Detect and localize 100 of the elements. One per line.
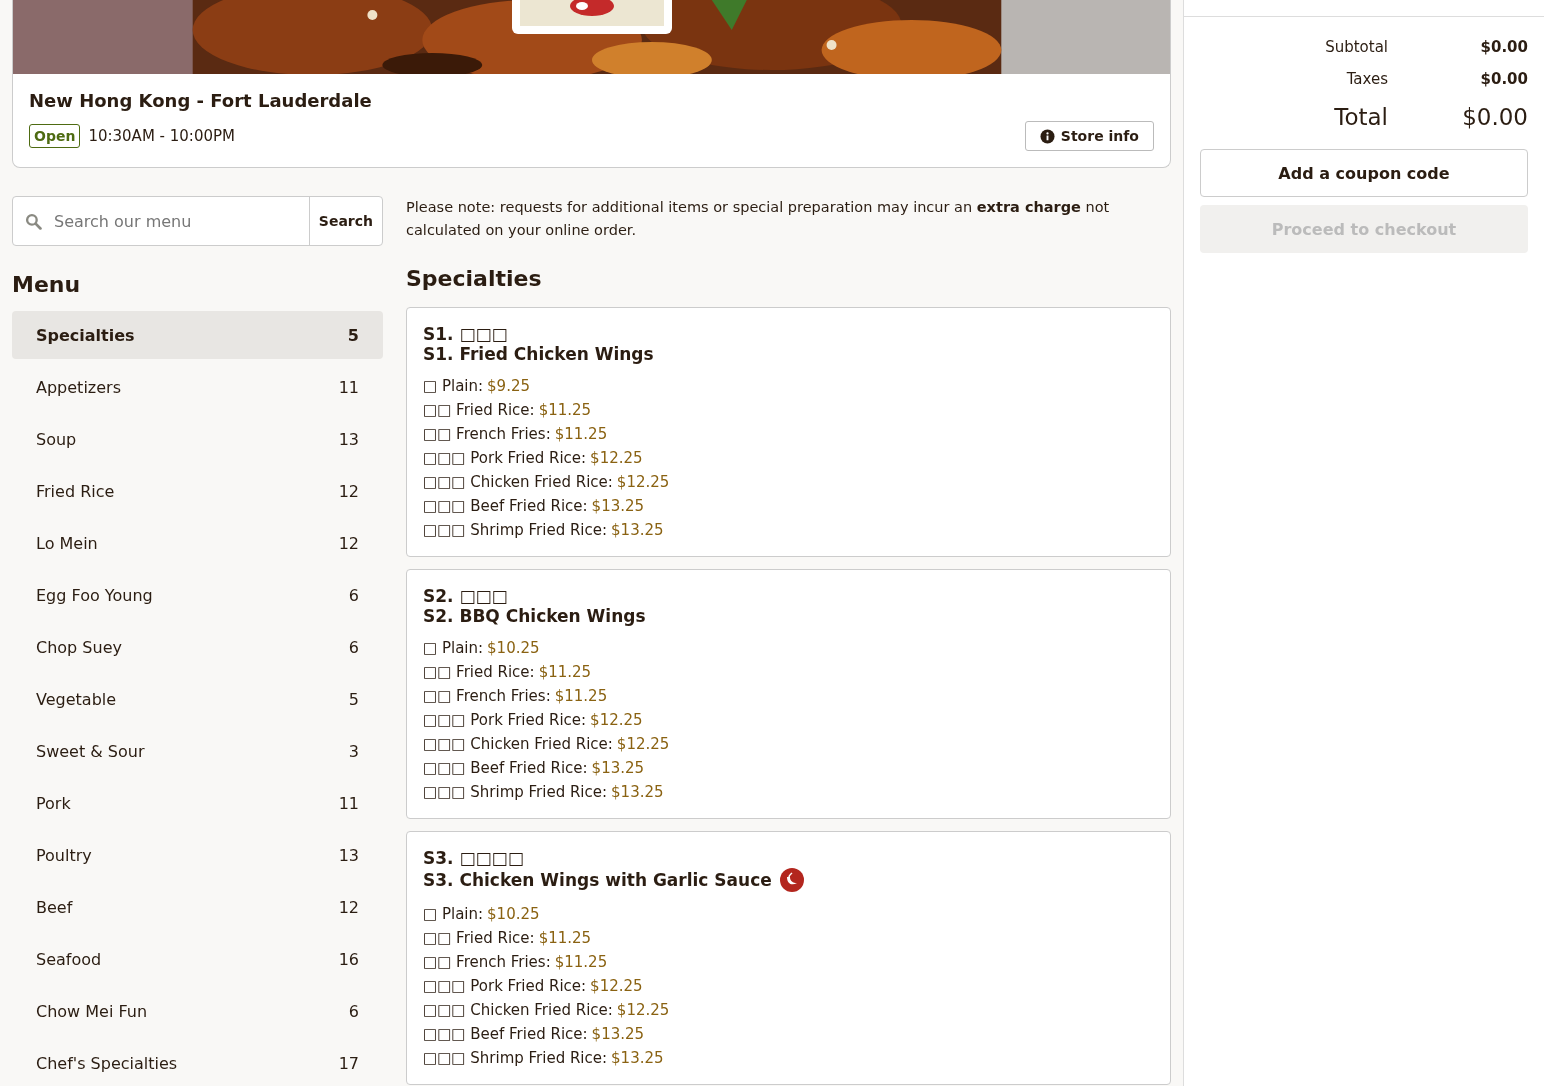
menu-category[interactable]: Sweet & Sour 3 [12,727,383,775]
option-label: □ Plain: [423,638,484,659]
menu-category[interactable]: Chef's Specialties 17 [12,1039,383,1086]
summary-value: $0.00 [1479,70,1528,88]
option-price: $10.25 [487,904,540,925]
search-icon [25,212,42,230]
status-badge: Open [29,124,81,148]
summary-value: $0.00 [1479,38,1528,56]
category-count: 11 [338,793,359,813]
option-price: $13.25 [611,782,664,803]
category-count: 11 [338,377,359,397]
option-price: $9.25 [487,376,531,397]
coupon-button[interactable]: Add a coupon code [1200,149,1528,197]
option-label: □□ Fried Rice: [423,928,535,949]
option-label: □□□ Pork Fried Rice: [423,448,587,469]
option-price: $13.25 [611,1048,664,1069]
item-name: S2. BBQ Chicken Wings [423,606,646,626]
option-price: $13.25 [591,1024,645,1045]
option-price: $12.25 [616,1000,670,1021]
option-price: $12.25 [616,734,670,755]
search-field[interactable]: Search our menu Search [12,196,383,246]
option-label: □□□ Chicken Fried Rice: [423,472,613,493]
menu-category[interactable]: Fried Rice 12 [12,467,383,515]
menu-category[interactable]: Pork 11 [12,779,383,827]
menu-category[interactable]: Beef 12 [12,883,383,931]
category-count: 6 [348,585,359,605]
menu-category[interactable]: Poultry 13 [12,831,383,879]
category-count: 17 [338,1053,359,1073]
option-label: □ Plain: [423,904,484,925]
option-price: $11.25 [538,400,592,421]
option-label: □□ French Fries: [423,952,551,973]
menu-category[interactable]: Chow Mei Fun 6 [12,987,383,1035]
summary-label: Total [1333,104,1388,130]
item-native-name: S2. □□□ [423,586,509,606]
menu-heading: Menu [12,272,82,297]
option-price: $13.25 [611,520,664,541]
option-price: $12.25 [590,976,643,997]
category-label: Fried Rice [36,481,115,501]
category-label: Seafood [36,949,102,969]
category-count: 16 [338,949,359,969]
store-info-button[interactable]: Store info [1024,121,1154,151]
search-button[interactable]: Search [308,197,382,245]
option-label: □□ Fried Rice: [423,400,535,421]
option-price: $10.25 [487,638,540,659]
category-count: 5 [347,325,359,345]
option-label: □□□ Pork Fried Rice: [423,976,587,997]
item-name: S3. Chicken Wings with Garlic Sauce [423,870,772,890]
category-label: Appetizers [36,377,121,397]
info-icon [1039,128,1055,144]
menu-item-card[interactable] [406,307,1171,557]
option-label: □□□ Beef Fried Rice: [423,758,588,779]
category-count: 6 [348,637,359,657]
category-count: 3 [348,741,359,761]
item-native-name: S1. □□□ [423,324,509,344]
option-price: $11.25 [554,952,608,973]
menu-item-card[interactable] [406,569,1171,819]
menu-category[interactable]: Chop Suey 6 [12,623,383,671]
category-count: 6 [348,1001,359,1021]
option-price: $11.25 [538,928,592,949]
option-price: $12.25 [590,448,643,469]
category-label: Soup [36,429,77,449]
category-label: Lo Mein [36,533,98,553]
menu-category[interactable]: Seafood 16 [12,935,383,983]
option-price: $12.25 [590,710,643,731]
summary-label: Taxes [1345,70,1388,88]
option-label: □□□ Chicken Fried Rice: [423,1000,613,1021]
category-count: 13 [338,429,359,449]
category-count: 12 [338,897,359,917]
category-label: Sweet & Sour [36,741,145,761]
category-label: Egg Foo Young [36,585,153,605]
option-label: □□□ Shrimp Fried Rice: [423,520,608,541]
option-label: □ Plain: [423,376,484,397]
menu-category[interactable]: Vegetable 5 [12,675,383,723]
menu-item-card[interactable] [406,831,1171,1085]
menu-category[interactable]: Appetizers 11 [12,363,383,411]
category-count: 13 [338,845,359,865]
category-count: 12 [338,533,359,553]
summary-value: $0.00 [1461,104,1528,130]
category-count: 5 [348,689,359,709]
option-price: $11.25 [538,662,592,683]
category-label: Chef's Specialties [36,1053,178,1073]
menu-category[interactable]: Lo Mein 12 [12,519,383,567]
category-label: Chow Mei Fun [36,1001,148,1021]
option-price: $13.25 [591,758,645,779]
option-label: □□□ Shrimp Fried Rice: [423,782,608,803]
option-price: $13.25 [591,496,645,517]
option-label: □□ Fried Rice: [423,662,535,683]
store-hours: 10:30AM - 10:00PM [88,127,235,145]
category-label: Chop Suey [36,637,122,657]
category-label: Poultry [36,845,92,865]
category-count: 12 [338,481,359,501]
menu-category[interactable]: Specialties 5 [12,311,383,359]
menu-category[interactable]: Soup 13 [12,415,383,463]
item-native-name: S3. □□□□ [423,848,525,868]
option-label: □□□ Shrimp Fried Rice: [423,1048,608,1069]
menu-category[interactable]: Egg Foo Young 6 [12,571,383,619]
option-label: □□□ Pork Fried Rice: [423,710,587,731]
option-label: □□ French Fries: [423,424,551,445]
option-label: □□□ Beef Fried Rice: [423,1024,588,1045]
section-heading: Specialties [406,266,543,291]
